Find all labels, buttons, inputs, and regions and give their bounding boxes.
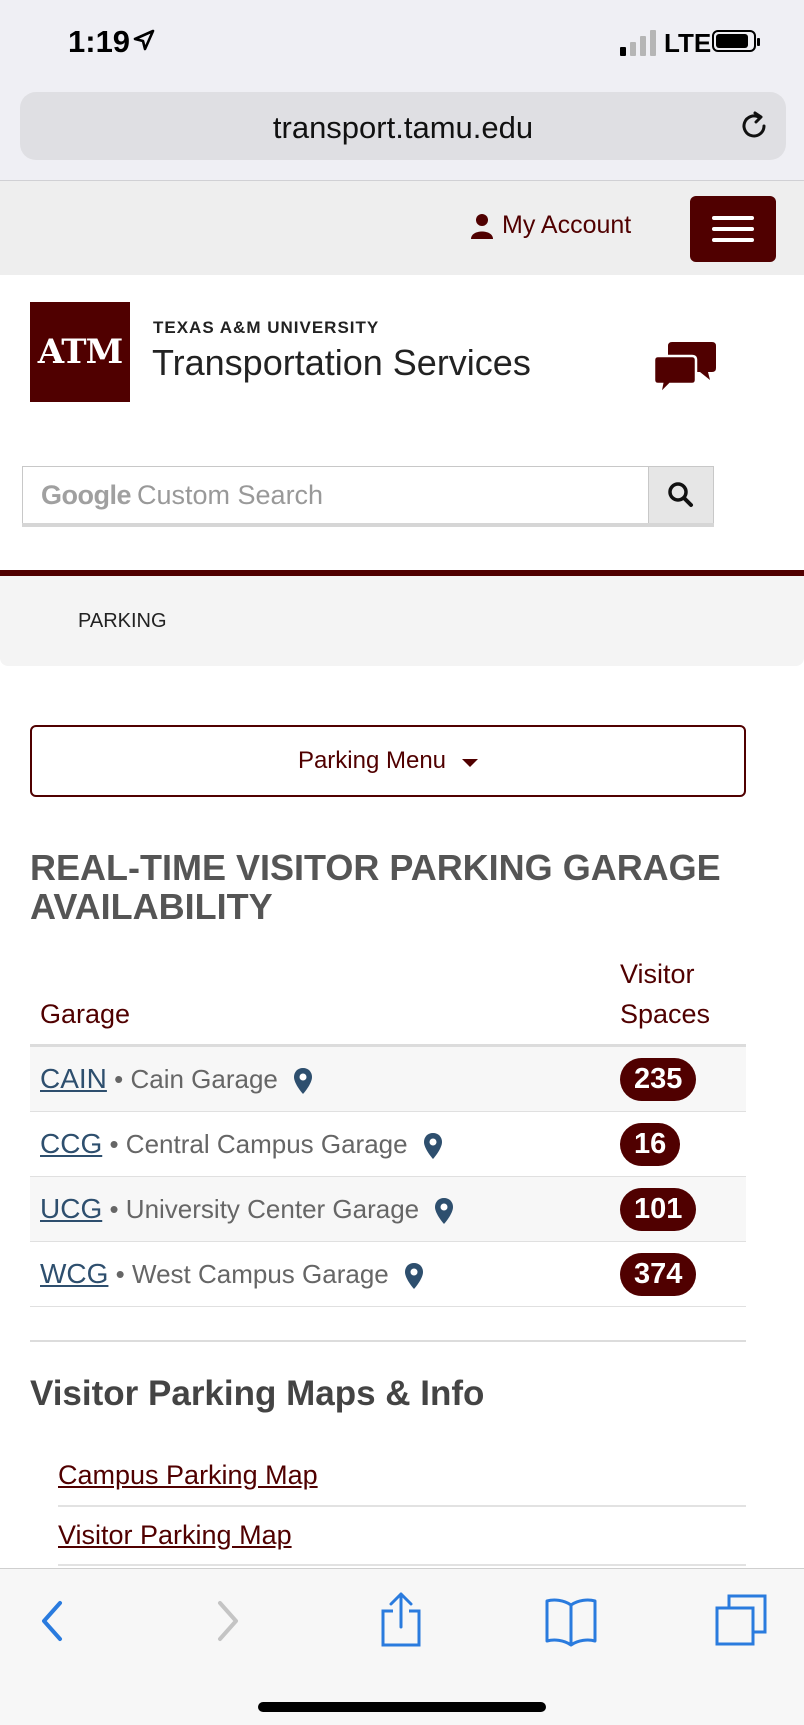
spaces-badge: 374 — [620, 1252, 697, 1296]
status-time: 1:19 — [68, 24, 131, 59]
spaces-cell: 235 — [610, 1045, 746, 1112]
forward-icon[interactable] — [210, 1595, 246, 1647]
search-input[interactable]: Google Custom Search — [23, 467, 649, 523]
hamburger-menu-button[interactable] — [690, 196, 776, 262]
table-row: CCG • Central Campus Garage 16 — [30, 1111, 746, 1177]
table-row: UCG • University Center Garage 101 — [30, 1176, 746, 1242]
parking-menu-label: Parking Menu — [297, 747, 447, 774]
campus-parking-map-link[interactable]: Campus Parking Map — [58, 1460, 318, 1491]
visitor-parking-map-link[interactable]: Visitor Parking Map — [58, 1520, 292, 1551]
status-bar: 1:19 LTE — [0, 0, 804, 88]
garage-code-link[interactable]: CAIN — [40, 1063, 107, 1094]
maps-info-heading: Visitor Parking Maps & Info — [30, 1374, 485, 1413]
back-icon[interactable] — [34, 1595, 70, 1647]
browser-address-bar: transport.tamu.edu — [0, 88, 804, 181]
my-account-link[interactable]: My Account — [470, 211, 631, 240]
visitor-spaces-column-header: Visitor Spaces — [610, 954, 746, 1047]
garage-cell: UCG • University Center Garage — [30, 1176, 610, 1242]
university-name: TEXAS A&M UNIVERSITY — [153, 318, 380, 337]
share-icon[interactable] — [378, 1591, 424, 1649]
department-name[interactable]: Transportation Services — [152, 342, 531, 384]
breadcrumb-parking[interactable]: PARKING — [78, 610, 167, 633]
chat-icon[interactable] — [652, 340, 718, 396]
garage-cell: CAIN • Cain Garage — [30, 1045, 610, 1112]
reload-icon[interactable] — [738, 110, 770, 142]
tamu-logo[interactable]: ATM — [30, 302, 130, 402]
search-underline — [22, 523, 714, 527]
garage-name: Cain Garage — [130, 1063, 278, 1094]
garage-cell: WCG • West Campus Garage — [30, 1241, 610, 1307]
garage-name: West Campus Garage — [132, 1258, 389, 1289]
garage-column-header: Garage — [30, 954, 610, 1047]
spaces-cell: 16 — [610, 1111, 746, 1177]
spaces-badge: 235 — [620, 1057, 697, 1101]
spaces-cell: 374 — [610, 1241, 746, 1307]
search-form: Google Custom Search — [22, 466, 714, 524]
bullet-separator: • — [109, 1193, 126, 1224]
parking-menu-button[interactable]: Parking Menu — [30, 725, 746, 797]
bullet-separator: • — [109, 1128, 126, 1159]
bullet-separator: • — [115, 1258, 132, 1289]
link-divider — [58, 1564, 746, 1566]
spaces-badge: 101 — [620, 1187, 697, 1231]
table-row: WCG • West Campus Garage 374 — [30, 1241, 746, 1307]
bookmarks-icon[interactable] — [544, 1595, 598, 1647]
hamburger-line — [712, 216, 754, 220]
logo-text: ATM — [37, 332, 123, 372]
url-text: transport.tamu.edu — [272, 110, 534, 145]
search-placeholder: Custom Search — [137, 479, 324, 510]
spaces-badge: 16 — [620, 1122, 681, 1166]
breadcrumb: PARKING — [0, 576, 804, 666]
search-icon — [668, 482, 693, 507]
map-pin-icon[interactable] — [423, 1132, 443, 1160]
garage-name: Central Campus Garage — [125, 1128, 408, 1159]
home-indicator — [258, 1702, 546, 1712]
map-pin-icon[interactable] — [434, 1197, 454, 1225]
garage-code-link[interactable]: UCG — [40, 1193, 102, 1224]
availability-title: REAL-TIME VISITOR PARKING GARAGE AVAILAB… — [30, 847, 721, 927]
section-divider — [30, 1340, 746, 1342]
battery-icon — [712, 30, 760, 52]
table-row: CAIN • Cain Garage 235 — [30, 1045, 746, 1112]
google-brand: Google — [41, 479, 132, 510]
location-arrow-icon — [133, 29, 155, 51]
table-header-row: Garage Visitor Spaces — [30, 954, 746, 1047]
my-account-label: My Account — [502, 211, 632, 239]
network-type: LTE — [664, 28, 712, 58]
search-button[interactable] — [648, 467, 713, 523]
user-icon — [471, 213, 493, 239]
map-pin-icon[interactable] — [293, 1067, 313, 1095]
bullet-separator: • — [114, 1063, 131, 1094]
hamburger-line — [712, 238, 754, 242]
tabs-icon[interactable] — [714, 1593, 768, 1647]
url-field[interactable]: transport.tamu.edu — [20, 92, 786, 160]
site-top-bar: My Account — [0, 181, 804, 275]
garage-availability-table: Garage Visitor Spaces CAIN • Cain Garage… — [30, 954, 746, 1307]
hamburger-line — [712, 227, 754, 231]
cell-signal-icon — [620, 30, 656, 56]
garage-cell: CCG • Central Campus Garage — [30, 1111, 610, 1177]
caret-down-icon — [462, 759, 479, 767]
garage-code-link[interactable]: CCG — [40, 1128, 102, 1159]
garage-name: University Center Garage — [125, 1193, 420, 1224]
spaces-cell: 101 — [610, 1176, 746, 1242]
link-divider — [58, 1505, 746, 1507]
garage-code-link[interactable]: WCG — [40, 1258, 108, 1289]
map-pin-icon[interactable] — [404, 1262, 424, 1290]
